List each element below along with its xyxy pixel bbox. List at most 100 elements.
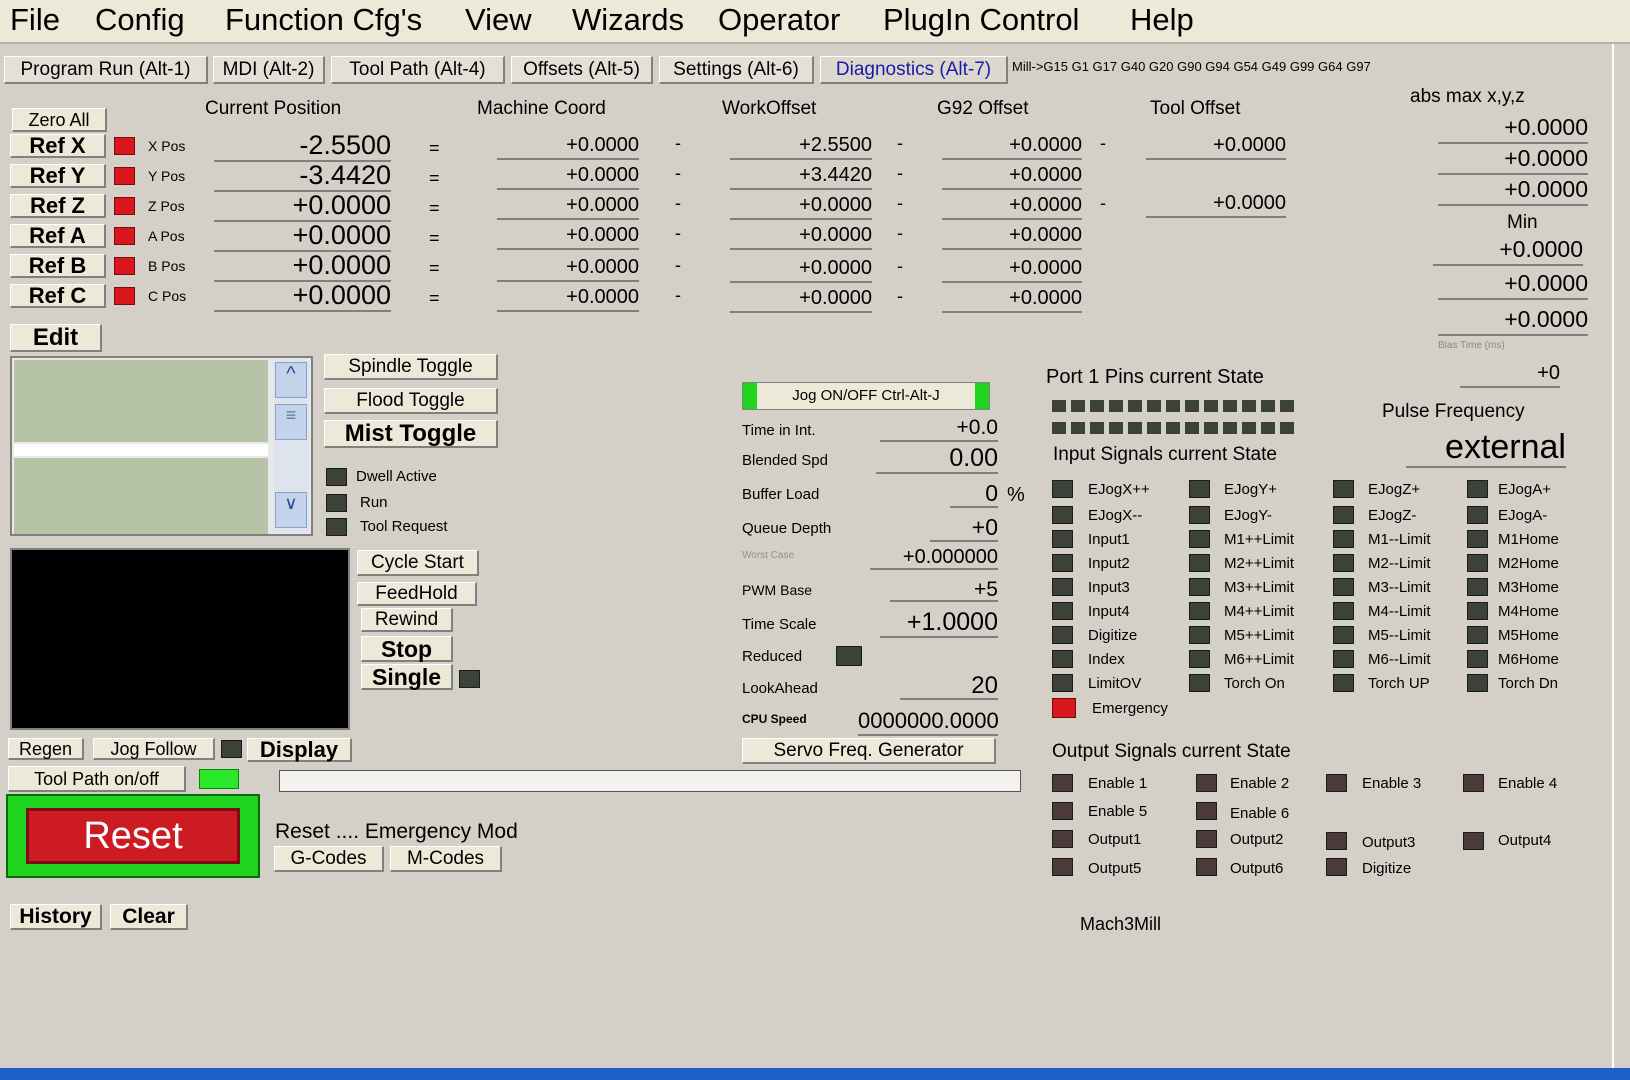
edit-button[interactable]: Edit bbox=[10, 324, 102, 352]
g-codes-button[interactable]: G-Codes bbox=[274, 846, 384, 872]
history-button[interactable]: History bbox=[10, 904, 102, 930]
m-codes-button[interactable]: M-Codes bbox=[390, 846, 502, 872]
cpu-speed-field[interactable]: 0000000.0000 bbox=[858, 708, 998, 736]
abs-max-y[interactable]: +0.0000 bbox=[1438, 145, 1588, 175]
menu-help[interactable]: Help bbox=[1130, 0, 1194, 40]
tab-diagnostics[interactable]: Diagnostics (Alt-7) bbox=[820, 56, 1008, 84]
enable6-led bbox=[1196, 802, 1217, 820]
ejoga-minus-led bbox=[1467, 506, 1488, 524]
ref-z-button[interactable]: Ref Z bbox=[10, 194, 106, 218]
y-work-offset[interactable]: +3.4420 bbox=[730, 164, 872, 190]
reset-button[interactable]: Reset bbox=[26, 808, 240, 864]
time-scale-field[interactable]: +1.0000 bbox=[880, 608, 998, 638]
b-work-offset[interactable]: +0.0000 bbox=[730, 257, 872, 283]
servo-freq-generator-button[interactable]: Servo Freq. Generator bbox=[742, 738, 996, 764]
min-y[interactable]: +0.0000 bbox=[1438, 270, 1588, 300]
clear-button[interactable]: Clear bbox=[110, 904, 188, 930]
scroll-thumb-icon[interactable]: ≡ bbox=[275, 404, 307, 440]
a-current-position[interactable]: +0.0000 bbox=[214, 220, 391, 252]
regen-button[interactable]: Regen bbox=[8, 738, 84, 760]
tab-program-run[interactable]: Program Run (Alt-1) bbox=[4, 56, 208, 84]
time-scale-label: Time Scale bbox=[742, 616, 817, 633]
tab-settings[interactable]: Settings (Alt-6) bbox=[659, 56, 814, 84]
mist-toggle-button[interactable]: Mist Toggle bbox=[324, 420, 498, 448]
abs-max-x[interactable]: +0.0000 bbox=[1438, 114, 1588, 144]
single-button[interactable]: Single bbox=[361, 664, 453, 690]
y-machine-coord[interactable]: +0.0000 bbox=[497, 164, 639, 190]
index-label: Index bbox=[1088, 651, 1125, 668]
tab-tool-path[interactable]: Tool Path (Alt-4) bbox=[331, 56, 505, 84]
c-machine-coord[interactable]: +0.0000 bbox=[497, 286, 639, 312]
z-g92-offset[interactable]: +0.0000 bbox=[942, 194, 1082, 220]
minus-sign: - bbox=[675, 285, 681, 305]
c-current-position[interactable]: +0.0000 bbox=[214, 280, 391, 312]
cycle-start-button[interactable]: Cycle Start bbox=[357, 550, 479, 576]
z-pos-label: Z Pos bbox=[148, 198, 185, 214]
menu-plugin-control[interactable]: PlugIn Control bbox=[883, 0, 1079, 40]
x-g92-offset[interactable]: +0.0000 bbox=[942, 134, 1082, 160]
menu-config[interactable]: Config bbox=[95, 0, 185, 40]
b-current-position[interactable]: +0.0000 bbox=[214, 250, 391, 282]
menu-view[interactable]: View bbox=[465, 0, 532, 40]
ref-y-led bbox=[114, 167, 135, 185]
menu-file[interactable]: File bbox=[10, 0, 60, 40]
ref-a-button[interactable]: Ref A bbox=[10, 224, 106, 248]
time-in-int-field[interactable]: +0.0 bbox=[880, 416, 998, 442]
feedhold-button[interactable]: FeedHold bbox=[357, 582, 477, 606]
z-current-position[interactable]: +0.0000 bbox=[214, 190, 391, 222]
a-g92-offset[interactable]: +0.0000 bbox=[942, 224, 1082, 250]
stop-button[interactable]: Stop bbox=[361, 636, 453, 662]
c-work-offset[interactable]: +0.0000 bbox=[730, 287, 872, 313]
ref-c-button[interactable]: Ref C bbox=[10, 284, 106, 308]
ref-b-button[interactable]: Ref B bbox=[10, 254, 106, 278]
queue-depth-field[interactable]: +0 bbox=[930, 514, 998, 542]
tab-mdi[interactable]: MDI (Alt-2) bbox=[213, 56, 325, 84]
b-g92-offset[interactable]: +0.0000 bbox=[942, 257, 1082, 283]
pulse-frequency-field[interactable]: external bbox=[1406, 428, 1566, 468]
menu-function-cfgs[interactable]: Function Cfg's bbox=[225, 0, 422, 40]
display-button[interactable]: Display bbox=[247, 738, 352, 762]
z-work-offset[interactable]: +0.0000 bbox=[730, 194, 872, 220]
bias-time-field[interactable]: +0 bbox=[1460, 362, 1560, 388]
rewind-button[interactable]: Rewind bbox=[361, 608, 453, 632]
menu-operator[interactable]: Operator bbox=[718, 0, 840, 40]
y-current-position[interactable]: -3.4420 bbox=[214, 160, 391, 192]
scroll-down-icon[interactable]: ∨ bbox=[275, 492, 307, 528]
ref-y-button[interactable]: Ref Y bbox=[10, 164, 106, 188]
m5-home-led bbox=[1467, 626, 1488, 644]
worst-case-field[interactable]: +0.000000 bbox=[870, 546, 998, 570]
b-machine-coord[interactable]: +0.0000 bbox=[497, 256, 639, 282]
gcode-list[interactable]: ^ ≡ ∨ bbox=[10, 356, 313, 536]
min-z[interactable]: +0.0000 bbox=[1438, 306, 1588, 336]
lookahead-field[interactable]: 20 bbox=[900, 672, 998, 700]
abs-max-z[interactable]: +0.0000 bbox=[1438, 176, 1588, 206]
x-tool-offset[interactable]: +0.0000 bbox=[1146, 134, 1286, 160]
a-machine-coord[interactable]: +0.0000 bbox=[497, 224, 639, 250]
time-in-int-label: Time in Int. bbox=[742, 422, 816, 439]
z-machine-coord[interactable]: +0.0000 bbox=[497, 194, 639, 220]
c-g92-offset[interactable]: +0.0000 bbox=[942, 287, 1082, 313]
flood-toggle-button[interactable]: Flood Toggle bbox=[324, 388, 498, 414]
blended-speed-field[interactable]: 0.00 bbox=[876, 444, 998, 474]
z-tool-offset[interactable]: +0.0000 bbox=[1146, 192, 1286, 218]
menu-wizards[interactable]: Wizards bbox=[572, 0, 684, 40]
a-work-offset[interactable]: +0.0000 bbox=[730, 224, 872, 250]
x-current-position[interactable]: -2.5500 bbox=[214, 130, 391, 162]
x-work-offset[interactable]: +2.5500 bbox=[730, 134, 872, 160]
pwm-base-field[interactable]: +5 bbox=[890, 578, 998, 602]
scrollbar[interactable]: ^ ≡ ∨ bbox=[274, 360, 309, 532]
spindle-toggle-button[interactable]: Spindle Toggle bbox=[324, 354, 498, 380]
scroll-up-icon[interactable]: ^ bbox=[275, 362, 307, 398]
toolpath-on-off-button[interactable]: Tool Path on/off bbox=[8, 766, 186, 792]
y-g92-offset[interactable]: +0.0000 bbox=[942, 164, 1082, 190]
jog-toggle-button[interactable]: Jog ON/OFF Ctrl-Alt-J bbox=[742, 382, 990, 410]
x-machine-coord[interactable]: +0.0000 bbox=[497, 134, 639, 160]
min-x[interactable]: +0.0000 bbox=[1433, 236, 1583, 266]
jog-follow-button[interactable]: Jog Follow bbox=[93, 738, 215, 760]
zero-all-button[interactable]: Zero All bbox=[12, 108, 107, 132]
ref-x-button[interactable]: Ref X bbox=[10, 134, 106, 158]
port-pins-title: Port 1 Pins current State bbox=[1046, 366, 1264, 388]
tab-offsets[interactable]: Offsets (Alt-5) bbox=[511, 56, 653, 84]
buffer-load-field[interactable]: 0 bbox=[950, 480, 998, 508]
toolpath-display[interactable] bbox=[10, 548, 350, 730]
